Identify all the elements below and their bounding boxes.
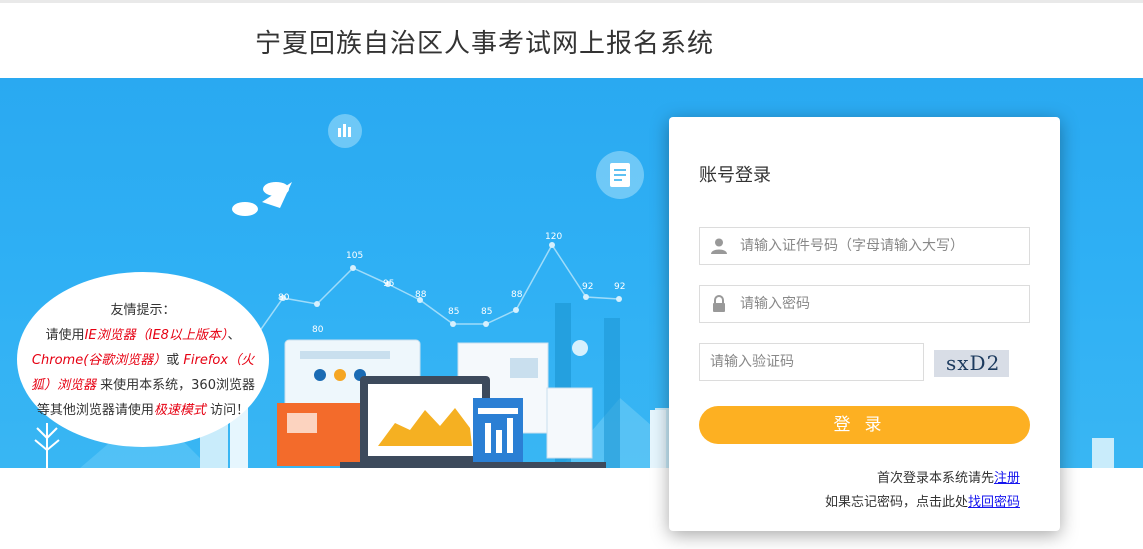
tip-chrome: Chrome(谷歌浏览器） bbox=[31, 353, 167, 368]
page-header: 宁夏回族自治区人事考试网上报名系统 bbox=[0, 3, 1143, 78]
browser-tip: 友情提示： 请使用IE浏览器（IE8以上版本）、 Chrome(谷歌浏览器）或 … bbox=[17, 272, 269, 447]
tip-text: 、 bbox=[227, 328, 241, 343]
chart-label: 92 bbox=[614, 282, 625, 292]
chart-label: 80 bbox=[278, 293, 290, 303]
register-hint-text: 首次登录本系统请先 bbox=[876, 471, 994, 486]
page-title: 宁夏回族自治区人事考试网上报名系统 bbox=[255, 29, 715, 59]
document-icon bbox=[596, 151, 644, 199]
tip-line: 请使用IE浏览器（IE8以上版本）、 bbox=[17, 323, 269, 348]
tip-line: 狐）浏览器 来使用本系统，360浏览器 bbox=[17, 373, 269, 398]
tip-text: 或 bbox=[166, 353, 184, 368]
captcha-field bbox=[699, 343, 924, 381]
chart-label: 88 bbox=[511, 290, 523, 300]
register-link[interactable]: 注册 bbox=[994, 471, 1020, 486]
tip-firefox: Firefox（火 bbox=[183, 353, 255, 368]
tip-line: 等其他浏览器请使用极速模式 访问！ bbox=[17, 398, 269, 423]
captcha-input[interactable] bbox=[710, 344, 910, 380]
tip-text: 请使用 bbox=[45, 328, 85, 343]
register-hint: 首次登录本系统请先注册 bbox=[877, 467, 1020, 486]
forgot-hint: 如果忘记密码，点击此处找回密码 bbox=[825, 491, 1020, 510]
chart-label: 95 bbox=[383, 279, 394, 289]
chart-label: 85 bbox=[448, 307, 459, 317]
login-panel: 账号登录 sxD2 登录 首次登录本系统请先注册 如果忘记密码，点击此处找回密码 bbox=[669, 117, 1060, 531]
tip-ie: IE浏览器（IE8以上版本） bbox=[84, 328, 228, 343]
forgot-hint-text: 如果忘记密码，点击此处 bbox=[824, 495, 968, 510]
chart-label: 105 bbox=[346, 251, 363, 261]
password-input[interactable] bbox=[740, 286, 1020, 322]
chart-label: 92 bbox=[582, 282, 593, 292]
user-icon bbox=[711, 238, 727, 254]
tip-heading: 友情提示： bbox=[110, 303, 176, 318]
login-button[interactable]: 登录 bbox=[699, 406, 1030, 444]
password-field bbox=[699, 285, 1030, 323]
chart-label: 88 bbox=[415, 290, 427, 300]
paper-plane-icon bbox=[232, 182, 292, 216]
tip-fast-mode: 极速模式 bbox=[153, 403, 206, 418]
captcha-text: sxD2 bbox=[946, 351, 1001, 375]
captcha-image[interactable]: sxD2 bbox=[934, 350, 1009, 377]
chart-label: 120 bbox=[545, 232, 562, 242]
tree-icon bbox=[34, 423, 60, 468]
tip-text: 访问！ bbox=[205, 403, 250, 418]
tip-text: 来使用本系统，360浏览器 bbox=[96, 378, 255, 393]
tip-line: Chrome(谷歌浏览器）或 Firefox（火 bbox=[17, 348, 269, 373]
tip-text: 等其他浏览器请使用 bbox=[36, 403, 154, 418]
chart-label: 80 bbox=[312, 325, 324, 335]
chart-icon bbox=[328, 114, 362, 148]
tip-firefox: 狐）浏览器 bbox=[31, 378, 97, 393]
id-number-field bbox=[699, 227, 1030, 265]
id-number-input[interactable] bbox=[740, 228, 1020, 264]
chart-label: 85 bbox=[481, 307, 492, 317]
forgot-password-link[interactable]: 找回密码 bbox=[968, 495, 1020, 510]
lock-icon bbox=[713, 295, 725, 312]
login-title: 账号登录 bbox=[699, 165, 771, 186]
